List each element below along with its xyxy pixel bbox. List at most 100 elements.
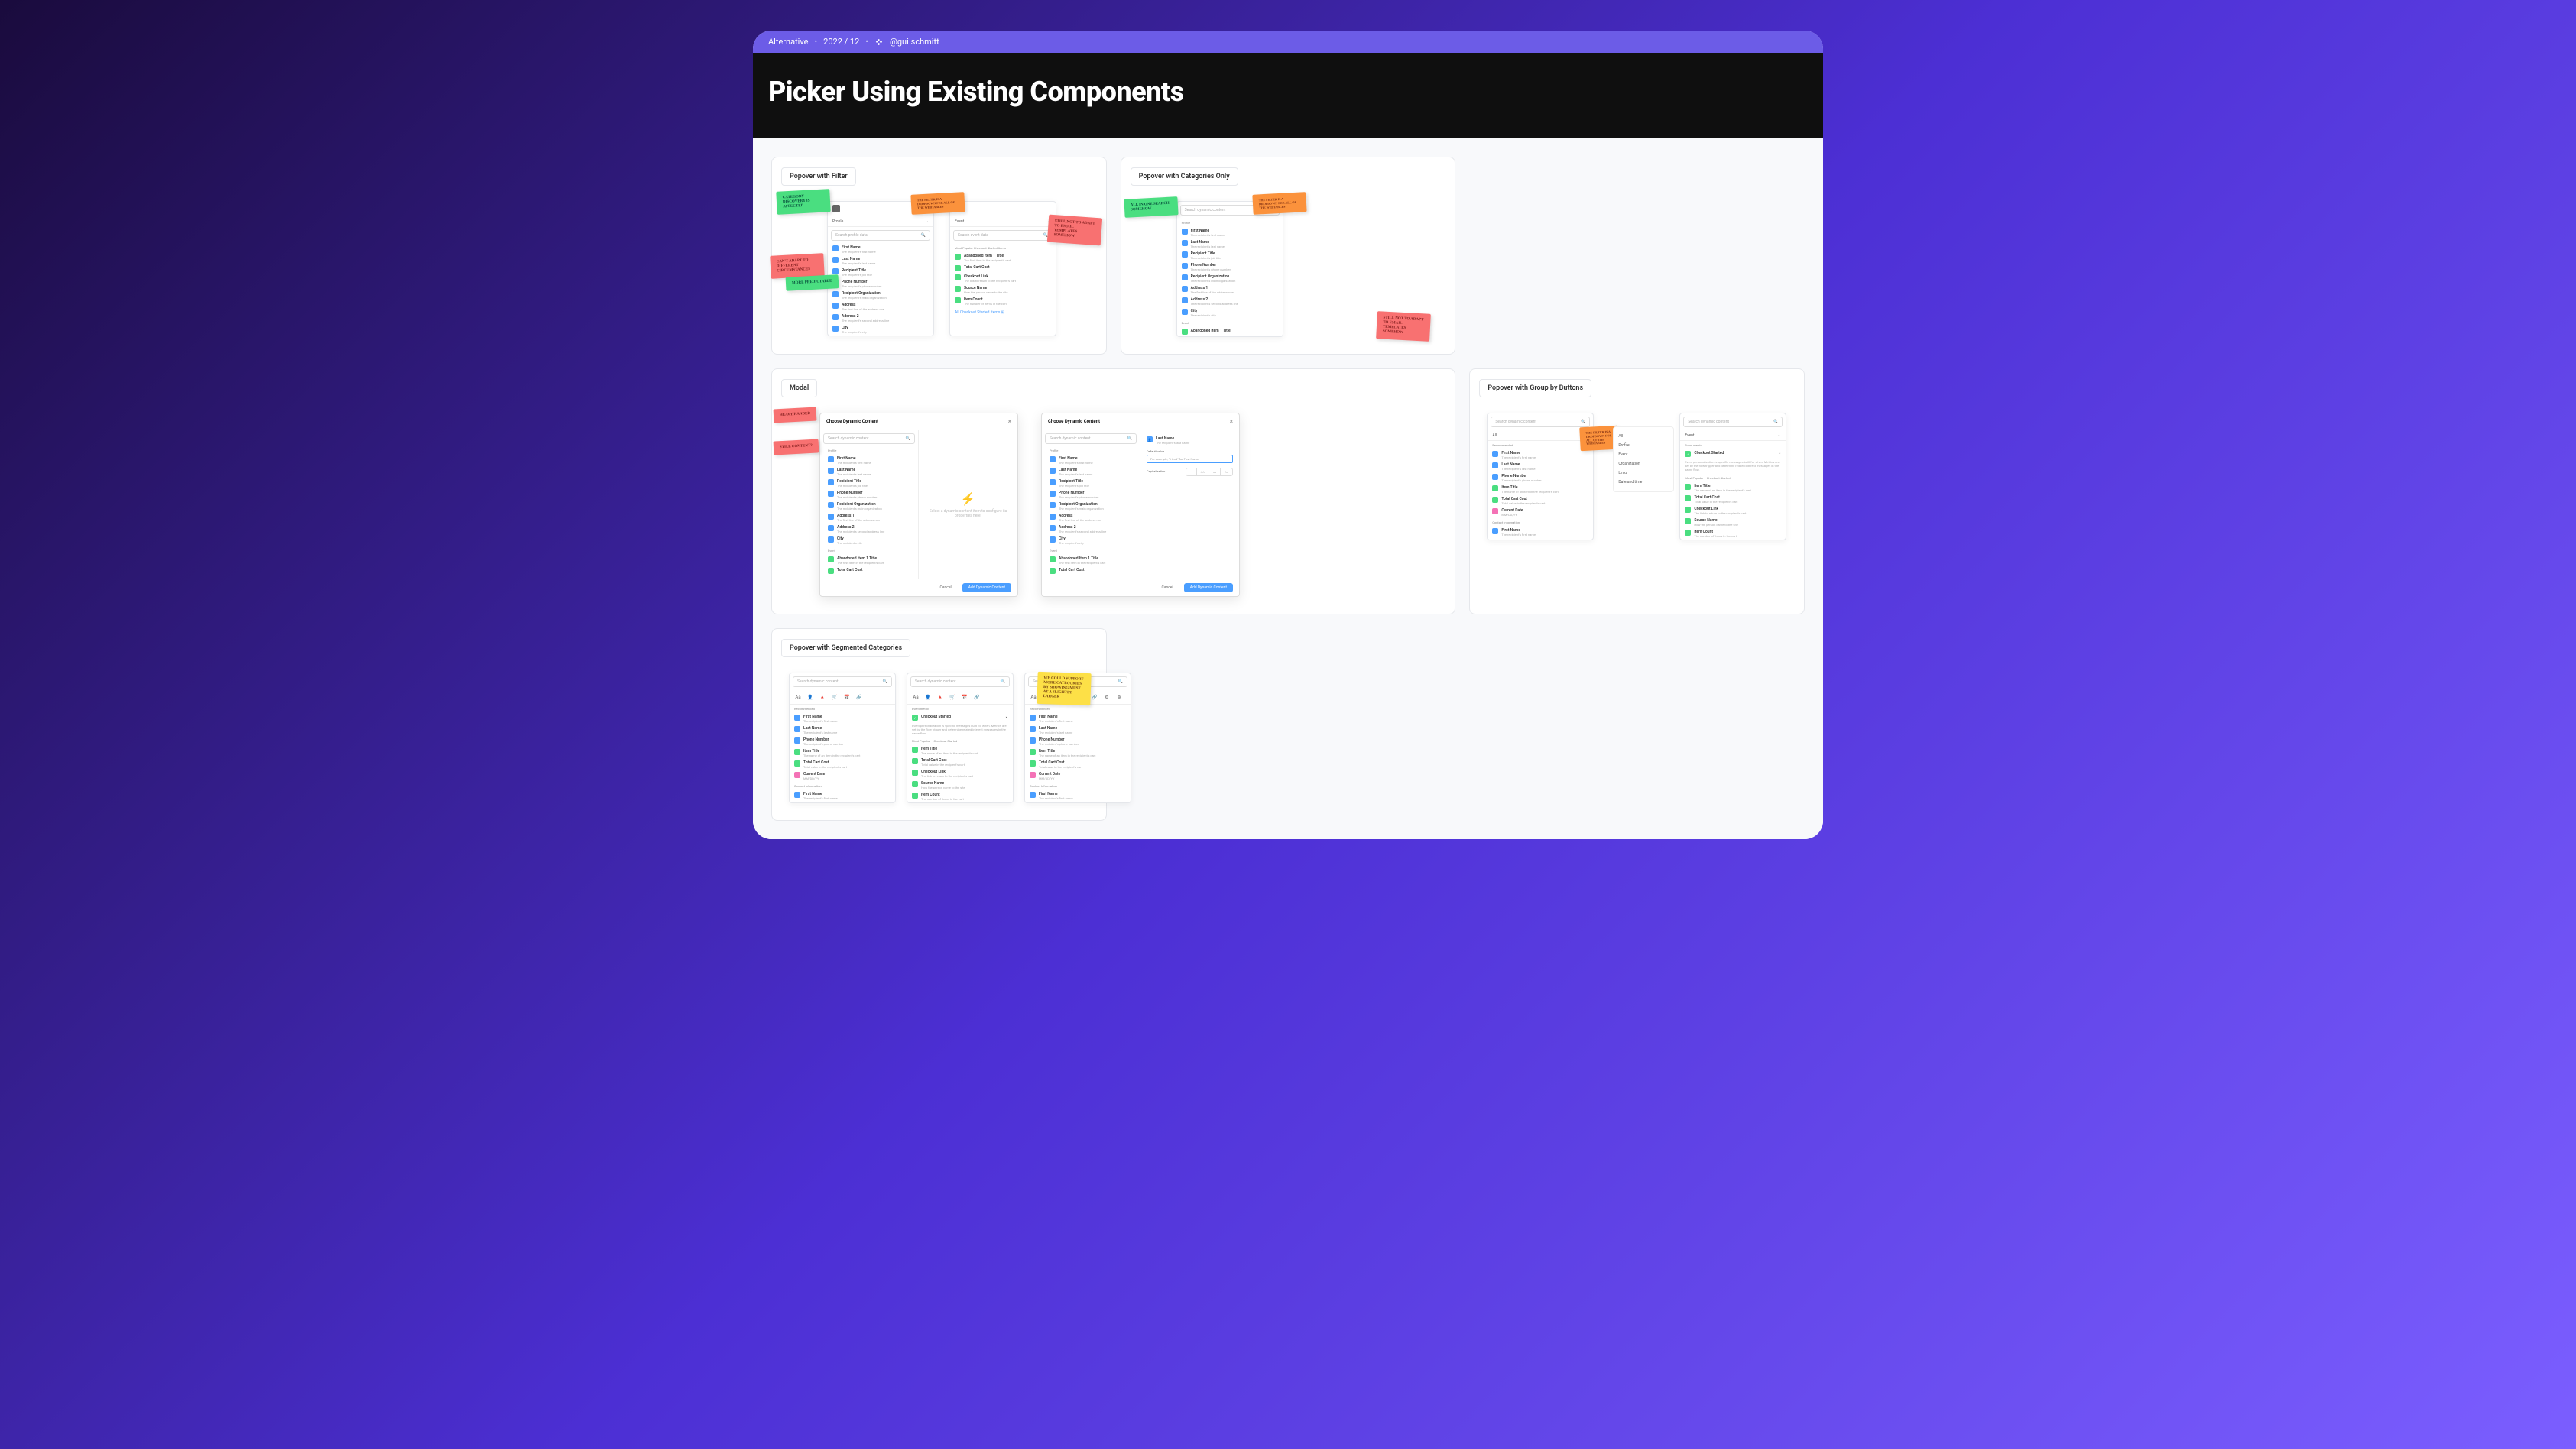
list-item[interactable]: CityThe recipient's city bbox=[1045, 535, 1137, 546]
filter-dropdown-open[interactable]: AllProfileEventOrganizationLinksDate and… bbox=[1613, 426, 1674, 492]
category-tab-icon[interactable]: 🔗 bbox=[973, 693, 981, 701]
list-item[interactable]: Recipient TitleThe recipient's job title bbox=[823, 478, 915, 489]
list-item[interactable]: Total Cart CostTotal value in the recipi… bbox=[1680, 494, 1786, 505]
sticky-all-one-search[interactable]: All in one search somehow bbox=[1124, 196, 1178, 218]
list-item[interactable]: Recipient OrganizationThe recipient's ma… bbox=[1045, 501, 1137, 512]
list-item[interactable]: Address 2The recipient's second address … bbox=[828, 313, 933, 324]
list-item[interactable]: First NameThe recipient's first name bbox=[1177, 227, 1283, 238]
list-item[interactable]: Recipient TitleThe recipient's job title bbox=[1177, 250, 1283, 261]
list-item[interactable]: Total Cart CostTotal value in the recipi… bbox=[907, 757, 1013, 768]
list-item[interactable]: Item CountThe number of items in the car… bbox=[907, 791, 1013, 802]
category-tab-icon[interactable]: 🔺 bbox=[819, 693, 826, 701]
list-item[interactable]: First NameThe recipient's first name bbox=[828, 244, 933, 255]
list-item[interactable]: Last NameThe recipient's last name bbox=[823, 466, 915, 478]
list-item[interactable]: Last NameThe recipient's last name bbox=[790, 724, 895, 736]
category-tab-icon[interactable]: 👤 bbox=[924, 693, 932, 701]
list-item[interactable]: Item CountThe number of items in the car… bbox=[950, 296, 1056, 307]
filter-event[interactable]: Event⌄ bbox=[1680, 430, 1786, 441]
cancel-button[interactable]: Cancel bbox=[1155, 583, 1179, 592]
search-input[interactable]: Search dynamic content🔍 bbox=[1491, 417, 1590, 427]
list-item[interactable]: First NameThe recipient's first name bbox=[790, 790, 895, 802]
close-icon[interactable]: × bbox=[1230, 418, 1233, 425]
list-item[interactable]: Phone NumberThe recipient's phone number bbox=[790, 736, 895, 747]
list-item[interactable]: First NameThe recipient's first name bbox=[1025, 790, 1131, 802]
list-item[interactable]: Item TitleThe name of an item in the rec… bbox=[907, 745, 1013, 757]
search-input[interactable]: Search profile data🔍 bbox=[831, 230, 930, 241]
cancel-button[interactable]: Cancel bbox=[933, 583, 957, 592]
list-item[interactable]: Item TitleThe name of an item in the rec… bbox=[1488, 484, 1593, 495]
search-input[interactable]: Search dynamic content🔍 bbox=[1045, 433, 1137, 444]
sticky-filter-dropdown[interactable]: the filter is a dropdown for all of the … bbox=[1252, 192, 1306, 215]
list-item[interactable]: Address 2The recipient's second address … bbox=[1177, 296, 1283, 307]
filter-option[interactable]: Links bbox=[1618, 468, 1669, 478]
filter-option[interactable]: Profile bbox=[1618, 441, 1669, 450]
category-tab-icon[interactable]: 👤 bbox=[806, 693, 814, 701]
list-item[interactable]: Recipient OrganizationThe recipient's ma… bbox=[1177, 273, 1283, 284]
list-item[interactable]: Address 1The first line of the address r… bbox=[828, 301, 933, 313]
list-item[interactable]: Total Cart CostTotal value in the recipi… bbox=[1488, 495, 1593, 507]
list-item[interactable]: Phone NumberThe recipient's phone number bbox=[1177, 261, 1283, 273]
sticky-still-not-adapt[interactable]: Still not to adapt to Email Templates so… bbox=[1046, 215, 1101, 246]
event-selector[interactable]: ✓Checkout Started⌄ bbox=[1680, 449, 1786, 459]
list-item[interactable]: Item CountThe number of items in the car… bbox=[1680, 528, 1786, 540]
sticky-still-not-adapt[interactable]: Still not to adapt to Email Templates so… bbox=[1376, 311, 1431, 342]
category-tab-icon[interactable]: 📅 bbox=[961, 693, 968, 701]
cap-option[interactable]: aa bbox=[1209, 468, 1221, 475]
list-item[interactable]: Phone NumberThe recipient's phone number bbox=[828, 278, 933, 290]
cap-option[interactable]: Aa bbox=[1221, 468, 1232, 475]
list-item[interactable]: First NameThe recipient's first name bbox=[1488, 449, 1593, 461]
list-item[interactable]: Last NameThe recipient's last name bbox=[828, 255, 933, 267]
list-item[interactable]: First NameThe recipient's first name bbox=[823, 455, 915, 466]
list-item[interactable]: Last NameThe recipient's last name bbox=[1177, 238, 1283, 250]
category-tab-icon[interactable]: 🛒 bbox=[949, 693, 956, 701]
search-input[interactable]: Search dynamic content🔍 bbox=[823, 433, 915, 444]
list-item[interactable]: Phone NumberThe recipient's phone number bbox=[1488, 472, 1593, 484]
list-item[interactable]: CityThe recipient's city bbox=[828, 324, 933, 336]
list-item[interactable]: Source NameHow the person came to the si… bbox=[950, 284, 1056, 296]
filter-tab[interactable]: Event⌄ bbox=[950, 216, 1056, 227]
category-tab-icon[interactable]: 📅 bbox=[843, 693, 851, 701]
list-item[interactable]: CityThe recipient's city bbox=[823, 535, 915, 546]
list-item[interactable]: Address 1The first line of the address r… bbox=[1177, 284, 1283, 296]
list-item[interactable]: Current DateMM/DD/YY bbox=[1025, 770, 1131, 782]
add-button[interactable]: Add Dynamic Content bbox=[962, 583, 1011, 592]
list-item[interactable]: Abandoned Item 1 TitleThe first item in … bbox=[950, 252, 1056, 264]
category-tab-icon[interactable]: ⚙ bbox=[1103, 693, 1111, 701]
search-input[interactable]: Search dynamic content🔍 bbox=[910, 676, 1010, 687]
sticky-support-more[interactable]: We could support more categories by show… bbox=[1037, 672, 1091, 705]
search-input[interactable]: Search dynamic content🔍 bbox=[1683, 417, 1783, 427]
list-item[interactable]: Source NameHow the person came to the si… bbox=[907, 780, 1013, 791]
list-item[interactable]: Item TitleThe name of an item in the rec… bbox=[790, 747, 895, 759]
view-all-link[interactable]: All Checkout Started Items ⊞ bbox=[950, 307, 1056, 318]
cap-option[interactable]: AA bbox=[1197, 468, 1209, 475]
list-item[interactable]: Abandoned Item 1 TitleThe first item in … bbox=[823, 555, 915, 566]
sticky-category-discovery[interactable]: Category discovery is affected bbox=[776, 189, 830, 215]
category-tab-icon[interactable]: 🛒 bbox=[831, 693, 839, 701]
list-item[interactable]: Recipient OrganizationThe recipient's ma… bbox=[828, 290, 933, 301]
filter-option[interactable]: All bbox=[1618, 432, 1669, 441]
list-item[interactable]: First NameThe recipient's first name bbox=[790, 713, 895, 724]
list-item[interactable]: Total Cart Cost bbox=[950, 264, 1056, 273]
list-item[interactable]: Recipient TitleThe recipient's job title bbox=[1045, 478, 1137, 489]
list-item[interactable]: Item TitleThe name of an item in the rec… bbox=[1025, 747, 1131, 759]
category-tab-icon[interactable]: Aa bbox=[794, 693, 802, 701]
list-item[interactable]: First NameThe recipient's first name bbox=[1045, 455, 1137, 466]
sticky-heavy-handed[interactable]: Heavy handed bbox=[774, 407, 817, 423]
list-item[interactable]: Total Cart Cost bbox=[823, 566, 915, 575]
list-item[interactable]: Phone NumberThe recipient's phone number bbox=[1045, 489, 1137, 501]
list-item[interactable]: Recipient TitleThe recipient's job title bbox=[828, 267, 933, 278]
sticky-filter-dropdown[interactable]: the filter is a dropdown for all of the … bbox=[910, 192, 965, 215]
list-item[interactable]: Abandoned Item 1 Title bbox=[1177, 327, 1283, 336]
capitalization-segmented[interactable]: —AAaaAa bbox=[1186, 468, 1234, 476]
close-icon[interactable]: × bbox=[1008, 418, 1011, 425]
list-item[interactable]: Checkout LinkThe link to return to the r… bbox=[950, 273, 1056, 284]
category-tab-icon[interactable]: 🔗 bbox=[1091, 693, 1098, 701]
list-item[interactable]: Last NameThe recipient's last name bbox=[1488, 461, 1593, 472]
list-item[interactable]: Total Cart CostTotal value in the recipi… bbox=[790, 759, 895, 770]
list-item[interactable]: First NameThe recipient's first name bbox=[1488, 527, 1593, 538]
list-item[interactable]: Last NameThe recipient's last name bbox=[1045, 466, 1137, 478]
list-item[interactable]: Address 1The first line of the address r… bbox=[823, 512, 915, 524]
list-item[interactable]: Last NameThe recipient's last name bbox=[1025, 724, 1131, 736]
list-item[interactable]: Address 2The recipient's second address … bbox=[1045, 524, 1137, 535]
list-item[interactable]: Total Cart Cost bbox=[1045, 566, 1137, 575]
